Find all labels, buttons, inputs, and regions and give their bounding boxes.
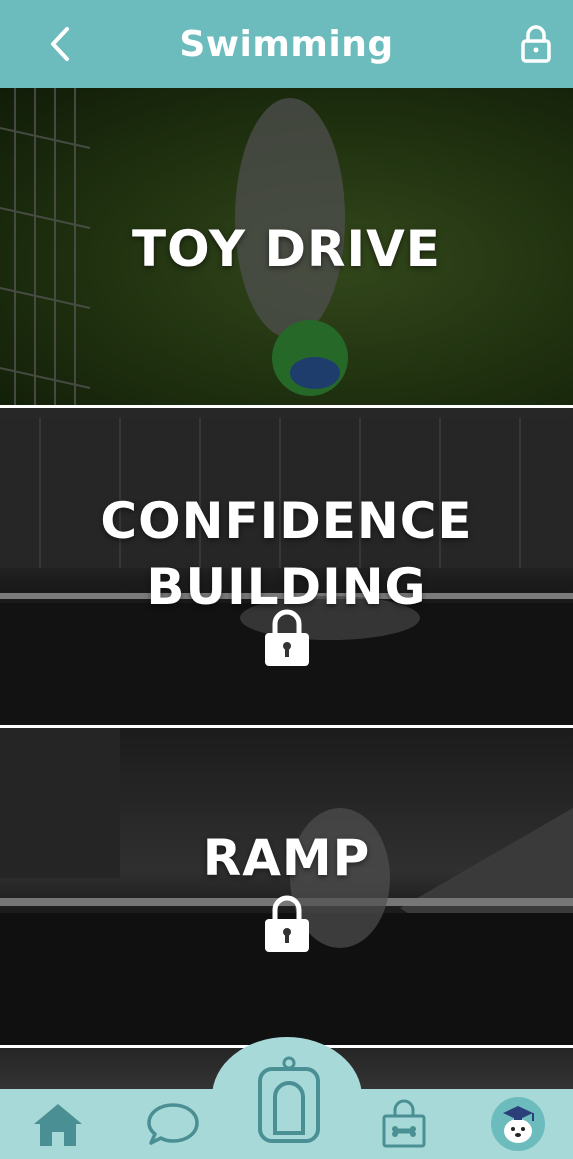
back-button[interactable] <box>40 22 80 66</box>
header-lock-button[interactable] <box>519 24 553 64</box>
tab-profile[interactable] <box>488 1095 548 1153</box>
avatar <box>491 1097 545 1151</box>
lock-icon <box>521 25 551 63</box>
bottom-tab-bar <box>0 1056 573 1159</box>
avatar-graduate-dog-icon <box>503 1106 534 1143</box>
lock-icon <box>264 895 309 952</box>
tab-shop[interactable] <box>374 1095 434 1153</box>
lesson-title-line-1: CONFIDENCE <box>100 492 473 550</box>
lock-icon <box>264 609 309 666</box>
page-title: Swimming <box>179 23 394 65</box>
tab-home[interactable] <box>28 1095 88 1153</box>
tab-chat[interactable] <box>143 1095 203 1153</box>
lesson-title: TOY DRIVE <box>132 220 441 278</box>
chat-bubble-icon <box>147 1103 199 1145</box>
lesson-title: RAMP <box>202 829 371 887</box>
chevron-left-icon <box>51 27 69 61</box>
lesson-card-ramp[interactable]: RAMP <box>0 728 573 1048</box>
lesson-list: TOY DRIVE CONFIDENCE BUILDING RAMP <box>0 88 573 1108</box>
home-icon <box>34 1104 82 1146</box>
clicker-icon <box>258 1056 320 1143</box>
lesson-card-confidence-building[interactable]: CONFIDENCE BUILDING <box>0 408 573 728</box>
lesson-card-toy-drive[interactable]: TOY DRIVE <box>0 88 573 408</box>
shopping-bag-icon <box>382 1099 426 1148</box>
app-header: Swimming <box>0 0 573 88</box>
tab-clicker[interactable] <box>256 1053 322 1143</box>
